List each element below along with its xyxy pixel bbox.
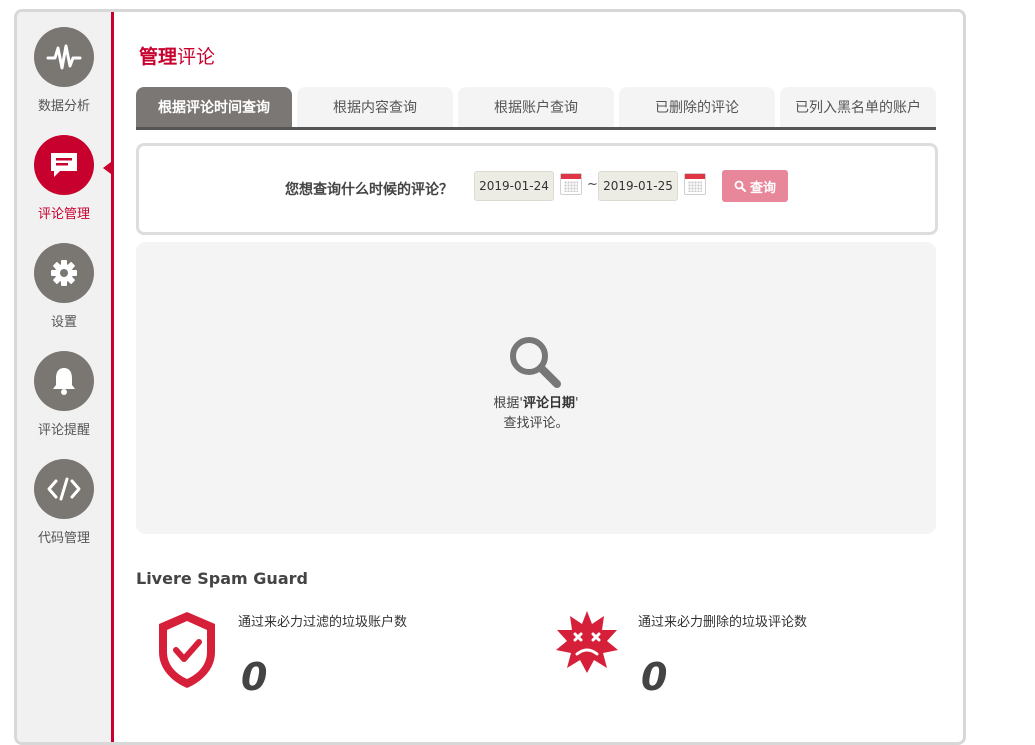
results-hint: 根据'评论日期' bbox=[136, 392, 936, 411]
deleted-comments-label: 通过来必力删除的垃圾评论数 bbox=[638, 615, 808, 630]
sidebar-item-label: 评论提醒 bbox=[37, 423, 90, 438]
sidebar-item-label: 评论管理 bbox=[37, 207, 90, 222]
page-title-main: 管理 bbox=[139, 46, 178, 68]
page-title: 管理评论 bbox=[139, 42, 215, 69]
tab-by-account[interactable]: 根据账户查询 bbox=[458, 87, 614, 127]
start-date-input[interactable] bbox=[474, 171, 554, 201]
results-area: 根据'评论日期' 查找评论。 bbox=[136, 242, 936, 534]
angry-burst-icon bbox=[556, 611, 618, 673]
tab-by-time[interactable]: 根据评论时间查询 bbox=[136, 87, 292, 127]
sidebar-item-code[interactable]: 代码管理 bbox=[17, 459, 111, 546]
tab-by-content[interactable]: 根据内容查询 bbox=[297, 87, 453, 127]
sidebar: 数据分析 评论管理 设置 评论提醒 代码管理 bbox=[17, 12, 114, 742]
results-hint-line2: 查找评论。 bbox=[503, 416, 569, 431]
sidebar-item-analytics[interactable]: 数据分析 bbox=[17, 27, 111, 114]
spam-guard-title: Livere Spam Guard bbox=[136, 569, 308, 588]
sidebar-item-label: 数据分析 bbox=[37, 99, 90, 114]
comment-icon bbox=[34, 135, 94, 195]
filtered-accounts-label: 通过来必力过滤的垃圾账户数 bbox=[238, 615, 408, 630]
deleted-comments-value: 0 bbox=[641, 655, 668, 699]
search-button[interactable]: 查询 bbox=[722, 170, 788, 202]
calendar-icon[interactable] bbox=[684, 173, 706, 195]
calendar-icon[interactable] bbox=[560, 173, 582, 195]
active-pointer bbox=[103, 162, 111, 174]
filtered-accounts-value: 0 bbox=[241, 655, 268, 699]
hint-prefix: 根据' bbox=[493, 396, 523, 411]
sidebar-item-label: 设置 bbox=[50, 315, 77, 330]
end-date-input[interactable] bbox=[598, 171, 678, 201]
query-panel: 您想查询什么时候的评论？ ~ 查询 bbox=[136, 143, 938, 235]
bell-icon bbox=[34, 351, 94, 411]
page-title-sub: 评论 bbox=[177, 46, 216, 68]
code-icon bbox=[34, 459, 94, 519]
sidebar-item-settings[interactable]: 设置 bbox=[17, 243, 111, 330]
hint-suffix: ' bbox=[575, 396, 579, 411]
query-label: 您想查询什么时候的评论？ bbox=[285, 182, 453, 198]
sidebar-item-label: 代码管理 bbox=[37, 531, 90, 546]
app-frame: 数据分析 评论管理 设置 评论提醒 代码管理 管理评论 根据评论时间查询 根据内… bbox=[14, 9, 966, 745]
gear-icon bbox=[34, 243, 94, 303]
tab-deleted[interactable]: 已删除的评论 bbox=[619, 87, 775, 127]
search-button-label: 查询 bbox=[749, 180, 776, 196]
magnifier-icon bbox=[510, 337, 561, 388]
pulse-icon bbox=[34, 27, 94, 87]
tab-blacklist[interactable]: 已列入黑名单的账户 bbox=[780, 87, 936, 127]
search-icon bbox=[734, 180, 746, 192]
tab-bar: 根据评论时间查询 根据内容查询 根据账户查询 已删除的评论 已列入黑名单的账户 bbox=[136, 87, 936, 130]
date-separator: ~ bbox=[587, 177, 598, 192]
hint-bold: 评论日期 bbox=[522, 396, 575, 411]
sidebar-item-notifications[interactable]: 评论提醒 bbox=[17, 351, 111, 438]
shield-check-icon bbox=[159, 612, 215, 688]
sidebar-item-comments[interactable]: 评论管理 bbox=[17, 135, 111, 222]
